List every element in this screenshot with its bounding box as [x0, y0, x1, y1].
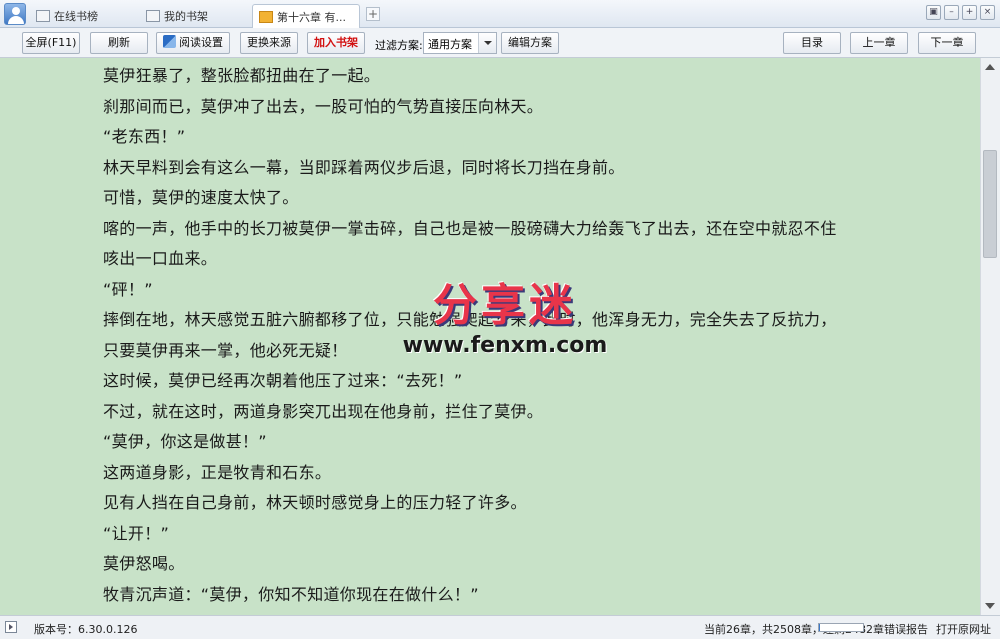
tab-label: 我的书架 — [164, 10, 208, 23]
book-icon — [259, 11, 273, 23]
skin-icon[interactable]: ▣ — [926, 5, 941, 20]
add-to-shelf-button[interactable]: 加入书架 — [307, 32, 365, 54]
watermark-url: www.fenxm.com — [402, 333, 608, 358]
previous-chapter-button[interactable]: 上一章 — [850, 32, 908, 54]
chapter-progress-bar — [818, 623, 864, 632]
text-line: 这两道身影，正是牧青和石东。 — [103, 463, 332, 482]
tab-my-bookshelf[interactable]: 我的书架 — [140, 4, 214, 28]
bookshelf-icon — [146, 10, 160, 22]
text-line: 只要莫伊再来一掌，他必死无疑！ — [103, 341, 348, 360]
text-line: 摔倒在地，林天感觉五脏六腑都移了位，只能勉强爬起身来，此时，他浑身无力，完全失去… — [103, 310, 837, 329]
text-line: 林天早料到会有这么一幕，当即踩着两仪步后退，同时将长刀挡在身前。 — [103, 158, 625, 177]
text-line: 刹那间而已，莫伊冲了出去，一股可怕的气势直接压向林天。 — [103, 97, 544, 116]
text-line: 喀的一声，他手中的长刀被莫伊一掌击碎，自己也是被一股磅礴大力给轰飞了出去，还在空… — [103, 219, 837, 238]
minimize-button[interactable]: – — [944, 5, 959, 20]
refresh-button[interactable]: 刷新 — [90, 32, 148, 54]
maximize-button[interactable]: + — [962, 5, 977, 20]
text-line: 莫伊狂暴了，整张脸都扭曲在了一起。 — [103, 66, 381, 85]
text-line: 牧青沉声道：“莫伊，你知不知道你现在在做什么！” — [103, 585, 479, 604]
text-line: 可惜，莫伊的速度太快了。 — [103, 188, 299, 207]
tab-label: 在线书榜 — [54, 10, 98, 23]
text-line: 见有人挡在自己身前，林天顿时感觉身上的压力轻了许多。 — [103, 493, 527, 512]
chevron-down-icon[interactable] — [478, 33, 496, 53]
tab-current-chapter[interactable]: 第十六章 有... — [252, 4, 360, 29]
user-avatar-icon[interactable] — [4, 3, 26, 25]
text-line: “让开！” — [103, 524, 170, 543]
new-tab-button[interactable]: + — [366, 7, 380, 21]
toolbar: 全屏(F11) 刷新 阅读设置 更换来源 加入书架 过滤方案: 通用方案 编辑方… — [0, 28, 1000, 58]
tab-bar: 在线书榜 我的书架 第十六章 有... + ▣ – + × — [0, 0, 1000, 29]
text-line: 不过，就在这时，两道身影突兀出现在他身前，拦住了莫伊。 — [103, 402, 544, 421]
open-original-url-link[interactable]: 打开原网址 — [936, 621, 991, 637]
font-settings-icon — [163, 35, 176, 48]
next-chapter-button[interactable]: 下一章 — [918, 32, 976, 54]
text-line: 莫伊怒喝。 — [103, 554, 185, 573]
sidebar-toggle-icon[interactable] — [5, 621, 17, 633]
text-line: “莫伊，你这是做甚！” — [103, 432, 267, 451]
reading-settings-label: 阅读设置 — [179, 36, 223, 49]
close-button[interactable]: × — [980, 5, 995, 20]
table-of-contents-button[interactable]: 目录 — [783, 32, 841, 54]
list-icon — [36, 10, 50, 22]
filter-label: 过滤方案: — [375, 39, 423, 52]
version-text: 版本号：6.30.0.126 — [34, 623, 138, 636]
report-error-link[interactable]: 错误报告 — [884, 621, 928, 637]
reading-pane[interactable]: 莫伊狂暴了，整张脸都扭曲在了一起。 刹那间而已，莫伊冲了出去，一股可怕的气势直接… — [0, 58, 980, 615]
text-line: 这时候，莫伊已经再次朝着他压了过来：“去死！” — [103, 371, 463, 390]
filter-scheme-value: 通用方案 — [428, 38, 472, 51]
fullscreen-button[interactable]: 全屏(F11) — [22, 32, 80, 54]
change-source-button[interactable]: 更换来源 — [240, 32, 298, 54]
vertical-scrollbar[interactable] — [980, 58, 1000, 615]
edit-scheme-button[interactable]: 编辑方案 — [501, 32, 559, 54]
text-line: “老东西！” — [103, 127, 186, 146]
tab-label: 第十六章 有... — [277, 11, 346, 24]
status-bar: 版本号：6.30.0.126 当前26章，共2508章，还剩2482章 错误报告… — [0, 615, 1000, 639]
filter-scheme-select[interactable]: 通用方案 — [423, 32, 497, 54]
scroll-up-icon[interactable] — [985, 64, 995, 70]
text-line: “砰！” — [103, 280, 153, 299]
tab-online-rankings[interactable]: 在线书榜 — [30, 4, 104, 28]
scrollbar-thumb[interactable] — [983, 150, 997, 258]
reading-settings-button[interactable]: 阅读设置 — [156, 32, 230, 54]
scroll-down-icon[interactable] — [985, 603, 995, 609]
text-line: 咳出一口血来。 — [103, 249, 218, 268]
